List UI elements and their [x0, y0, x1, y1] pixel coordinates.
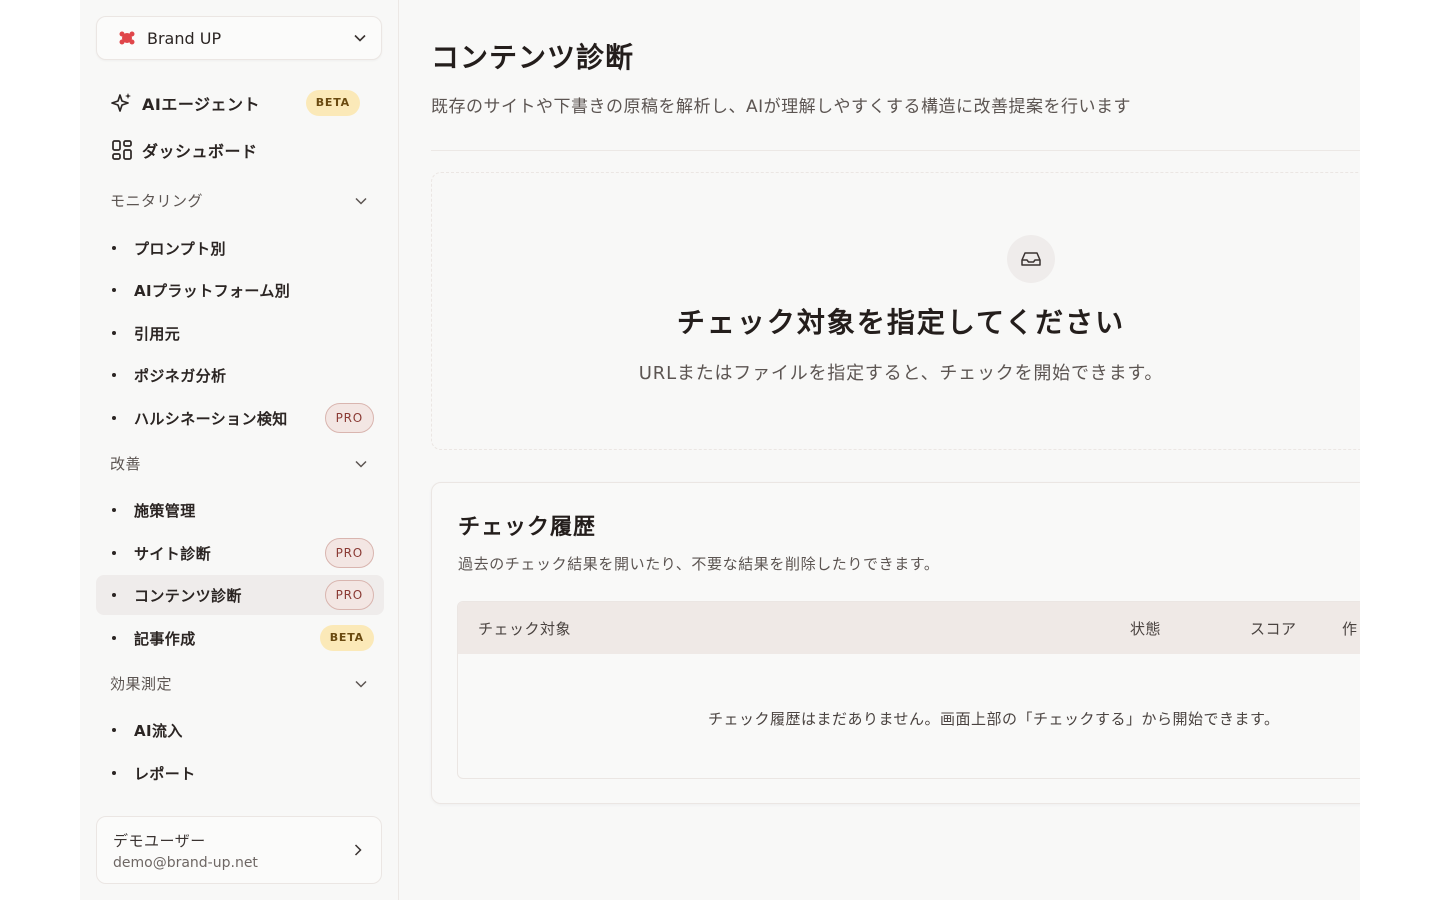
brand-logo-icon	[117, 28, 137, 48]
section-monitoring[interactable]: モニタリング	[110, 190, 368, 211]
history-title: チェック履歴	[458, 515, 597, 540]
beta-badge: BETA	[319, 625, 374, 651]
chevron-down-icon	[354, 194, 368, 208]
sidebar-item-ai-platform[interactable]: AIプラットフォーム別	[96, 270, 384, 310]
bullet	[112, 728, 116, 732]
page-description: 既存のサイトや下書きの原稿を解析し、AIが理解しやすくする構造に改善提案を行いま…	[431, 97, 1131, 117]
empty-state-title: チェック対象を指定してください	[676, 306, 1126, 339]
sidebar-item-sentiment[interactable]: ポジネガ分析	[96, 355, 384, 395]
empty-state-subtitle: URLまたはファイルを指定すると、チェックを開始できます。	[638, 363, 1164, 384]
bullet	[112, 593, 116, 597]
sidebar-item-label: プロンプト別	[134, 239, 226, 258]
divider	[431, 150, 1360, 151]
nav-ai-agent-label: AIエージェント	[142, 95, 261, 114]
user-info: デモユーザー demo@brand-up.net	[113, 830, 351, 871]
chevron-down-icon	[354, 677, 368, 691]
empty-state-panel: チェック対象を指定してください URLまたはファイルを指定すると、チェックを開始…	[431, 172, 1360, 450]
sidebar-item-hallucination[interactable]: ハルシネーション検知 PRO	[96, 398, 384, 438]
table-header: チェック対象 状態 スコア 作	[458, 602, 1360, 654]
nav-dashboard-label: ダッシュボード	[142, 142, 258, 161]
sidebar-item-ai-traffic[interactable]: AI流入	[96, 710, 384, 750]
bullet	[112, 331, 116, 335]
sidebar-item-content-diagnosis[interactable]: コンテンツ診断 PRO	[96, 575, 384, 615]
brand-name: Brand UP	[147, 28, 222, 48]
user-email: demo@brand-up.net	[113, 854, 258, 871]
sidebar-item-label: レポート	[134, 764, 196, 783]
chevron-down-icon	[354, 457, 368, 471]
sidebar-item-label: 施策管理	[134, 501, 196, 520]
sparkle-icon	[110, 91, 134, 115]
pro-badge: PRO	[324, 580, 374, 610]
section-improvement[interactable]: 改善	[110, 453, 368, 474]
sidebar-item-label: コンテンツ診断	[134, 586, 242, 605]
user-name: デモユーザー	[113, 831, 206, 850]
section-improvement-label: 改善	[110, 455, 142, 473]
sidebar-item-label: 引用元	[134, 324, 181, 343]
pro-badge: PRO	[324, 538, 374, 568]
history-card: チェック履歴 過去のチェック結果を開いたり、不要な結果を削除したりできます。 チ…	[431, 482, 1360, 804]
sidebar-item-site-diagnosis[interactable]: サイト診断 PRO	[96, 533, 384, 573]
bullet	[112, 246, 116, 250]
sidebar: Brand UP AIエージェント BETA ダッシュボード モニタリング プロ…	[80, 0, 399, 900]
section-measurement[interactable]: 効果測定	[110, 673, 368, 694]
pro-badge: PRO	[324, 403, 374, 433]
sidebar-item-label: AIプラットフォーム別	[134, 281, 291, 300]
sidebar-item-label: ハルシネーション検知	[134, 409, 288, 428]
sidebar-item-label: 記事作成	[134, 629, 196, 648]
bullet	[112, 508, 116, 512]
beta-badge: BETA	[305, 90, 360, 116]
table-empty-message: チェック履歴はまだありません。画面上部の「チェックする」から開始できます。	[708, 710, 1280, 728]
sidebar-item-label: AI流入	[134, 721, 183, 740]
sidebar-item-prompt[interactable]: プロンプト別	[96, 228, 384, 268]
nav-ai-agent[interactable]: AIエージェント BETA	[110, 90, 370, 116]
sidebar-item-citations[interactable]: 引用元	[96, 313, 384, 353]
page-title: コンテンツ診断	[431, 41, 635, 74]
sidebar-item-label: ポジネガ分析	[134, 366, 227, 385]
section-measurement-label: 効果測定	[110, 675, 173, 693]
section-monitoring-label: モニタリング	[110, 192, 204, 210]
bullet	[112, 771, 116, 775]
sidebar-item-label: サイト診断	[134, 544, 212, 563]
bullet	[112, 636, 116, 640]
chevron-down-icon	[353, 31, 367, 45]
inbox-icon	[1007, 235, 1055, 283]
column-header-created[interactable]: 作	[1342, 618, 1358, 639]
bullet	[112, 551, 116, 555]
dashboard-grid-icon	[110, 138, 134, 162]
app-frame: Brand UP AIエージェント BETA ダッシュボード モニタリング プロ…	[80, 0, 1360, 900]
column-header-status[interactable]: 状態	[1130, 618, 1161, 639]
nav-dashboard[interactable]: ダッシュボード	[110, 138, 370, 162]
sidebar-item-article-creation[interactable]: 記事作成 BETA	[96, 618, 384, 658]
sidebar-item-measures[interactable]: 施策管理	[96, 490, 384, 530]
column-header-score[interactable]: スコア	[1250, 618, 1297, 639]
history-table: チェック対象 状態 スコア 作 チェック履歴はまだありません。画面上部の「チェッ…	[457, 601, 1360, 779]
bullet	[112, 416, 116, 420]
brand-switcher[interactable]: Brand UP	[96, 16, 382, 60]
history-description: 過去のチェック結果を開いたり、不要な結果を削除したりできます。	[458, 555, 940, 573]
chevron-right-icon	[351, 843, 365, 857]
bullet	[112, 373, 116, 377]
user-menu[interactable]: デモユーザー demo@brand-up.net	[96, 816, 382, 884]
sidebar-item-report[interactable]: レポート	[96, 753, 384, 793]
main-content: コンテンツ診断 既存のサイトや下書きの原稿を解析し、AIが理解しやすくする構造に…	[399, 0, 1360, 900]
bullet	[112, 288, 116, 292]
column-header-target[interactable]: チェック対象	[478, 618, 571, 639]
